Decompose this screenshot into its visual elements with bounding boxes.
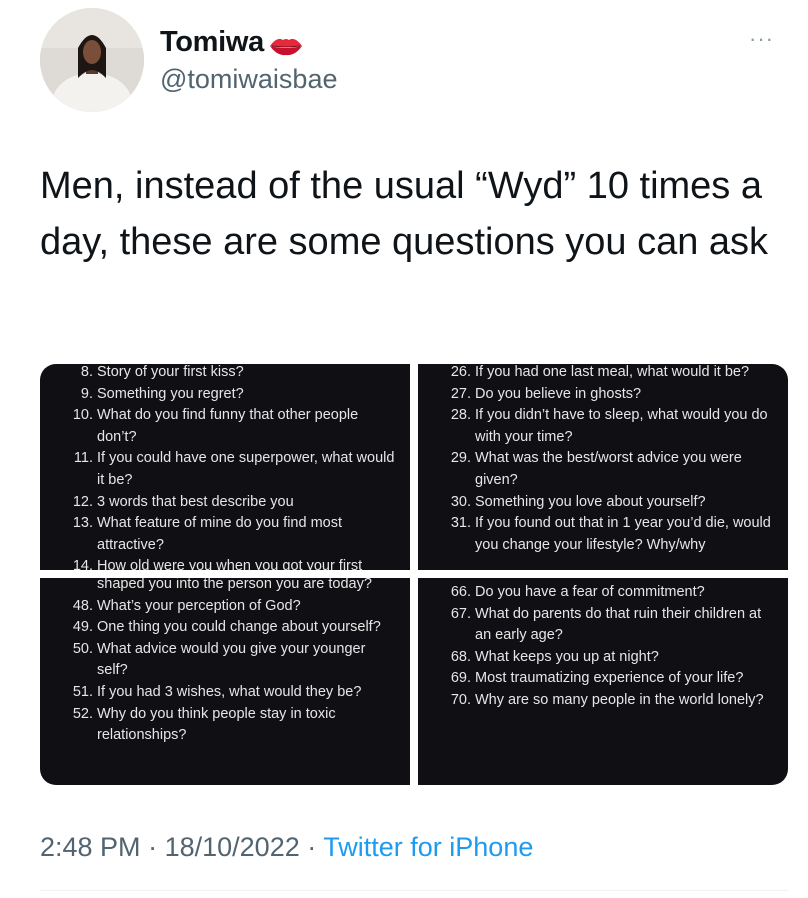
question-text: Something you love about yourself? — [475, 493, 706, 510]
question-text: If you didn’t have to sleep, what would … — [475, 407, 768, 445]
question-number: 27. — [450, 385, 471, 402]
media-image-4[interactable]: 66. Do you have a fear of commitment? 67. W… — [418, 578, 788, 785]
question-item: 51. If you had 3 wishes, what would they … — [40, 682, 410, 704]
question-number: 30. — [450, 493, 471, 510]
media-image-3[interactable]: shaped you into the person you are today… — [40, 578, 410, 785]
question-item: 52. Why do you think people stay in toxic… — [40, 704, 410, 747]
question-text: Why do you think people stay in toxic re… — [97, 705, 336, 744]
question-number: 31. — [450, 515, 471, 532]
media-image-1[interactable]: 8. Story of your first kiss? 9. Something y… — [40, 364, 410, 570]
question-text: What keeps you up at night? — [475, 648, 659, 665]
question-item: 26. If you had one last meal, what would … — [418, 364, 788, 384]
question-number: 70. — [450, 691, 471, 708]
question-number: 13. — [72, 515, 93, 532]
tweet-media-grid[interactable]: 8. Story of your first kiss? 9. Something y… — [40, 364, 788, 785]
question-number: 50. — [72, 640, 93, 657]
author-name-row[interactable]: Tomiwa — [160, 26, 304, 59]
question-text: 3 words that best describe you — [97, 493, 294, 510]
question-number: 10. — [72, 407, 93, 424]
question-number: 67. — [450, 605, 471, 622]
question-number: 69. — [450, 670, 471, 687]
question-list: shaped you into the person you are today… — [40, 578, 410, 747]
lips-emoji-icon — [268, 32, 304, 55]
tweet-date[interactable]: 18/10/2022 — [165, 832, 300, 862]
question-text: One thing you could change about yoursel… — [97, 619, 381, 636]
meta-separator: · — [307, 832, 317, 862]
question-text: Most traumatizing experience of your lif… — [475, 670, 744, 687]
question-number: 11. — [73, 450, 93, 467]
avatar[interactable] — [40, 8, 144, 112]
question-item: 28. If you didn’t have to sleep, what wou… — [418, 405, 788, 448]
question-text: If you found out that in 1 year you’d di… — [475, 515, 771, 553]
divider — [40, 890, 788, 891]
question-item: 29. What was the best/worst advice you we… — [418, 448, 788, 491]
question-number: 9. — [80, 385, 93, 402]
question-item: 13. What feature of mine do you find most… — [40, 513, 410, 556]
question-text: What do parents do that ruin their child… — [475, 605, 762, 644]
tweet-source-link[interactable]: Twitter for iPhone — [323, 832, 533, 862]
meta-separator: · — [148, 832, 158, 862]
question-text: What was the best/worst advice you were … — [475, 450, 742, 488]
question-number: 14. — [72, 558, 93, 570]
question-number: 28. — [450, 407, 471, 424]
question-number: 68. — [450, 648, 471, 665]
question-number: 26. — [450, 364, 471, 380]
tweet-text: Men, instead of the usual “Wyd” 10 times… — [40, 165, 769, 263]
question-item: 9. Something you regret? — [40, 384, 410, 406]
question-item: 49. One thing you could change about your… — [40, 617, 410, 639]
question-text: Do you believe in ghosts? — [475, 385, 642, 402]
question-item: 69. Most traumatizing experience of your … — [418, 668, 788, 690]
question-item: 31. If you found out that in 1 year you’d… — [418, 513, 788, 556]
question-item: 12. 3 words that best describe you — [40, 492, 410, 514]
question-item: 10. What do you find funny that other peo… — [40, 405, 410, 448]
question-number: 66. — [450, 584, 471, 600]
question-text: What advice would you give your younger … — [97, 640, 366, 679]
question-text: Why are so many people in the world lone… — [475, 691, 764, 708]
author-handle[interactable]: @tomiwaisbae — [160, 64, 337, 95]
question-text: How old were you when you got your first — [97, 558, 363, 570]
question-number: 12. — [72, 493, 93, 510]
tweet-metadata: 2:48 PM · 18/10/2022 · Twitter for iPhon… — [40, 832, 533, 863]
question-number: 51. — [72, 683, 93, 700]
question-text: shaped you into the person you are today… — [97, 578, 372, 592]
question-number: 8. — [80, 364, 93, 380]
question-list: 8. Story of your first kiss? 9. Something y… — [40, 364, 410, 570]
question-item: shaped you into the person you are today… — [40, 578, 410, 596]
question-item: 8. Story of your first kiss? — [40, 364, 410, 384]
avatar-photo — [40, 8, 144, 112]
question-item: 30. Something you love about yourself? — [418, 492, 788, 514]
more-options-icon[interactable]: ··· — [749, 26, 774, 52]
question-item: 50. What advice would you give your young… — [40, 639, 410, 682]
question-text: Something you regret? — [97, 385, 244, 402]
question-text: Story of your first kiss? — [97, 364, 244, 380]
question-number: 52. — [72, 705, 93, 722]
question-number: 48. — [72, 597, 93, 614]
question-list: 26. If you had one last meal, what would … — [418, 364, 788, 556]
question-item: 70. Why are so many people in the world l… — [418, 690, 788, 712]
question-item: 48. What’s your perception of God? — [40, 596, 410, 618]
question-number: 49. — [72, 619, 93, 636]
question-item: 27. Do you believe in ghosts? — [418, 384, 788, 406]
author-display-name[interactable]: Tomiwa — [160, 26, 264, 59]
question-text: What feature of mine do you find most at… — [97, 515, 343, 553]
question-number: 29. — [450, 450, 471, 467]
question-item: 66. Do you have a fear of commitment? — [418, 582, 788, 604]
media-image-2[interactable]: 26. If you had one last meal, what would … — [418, 364, 788, 570]
question-text: Do you have a fear of commitment? — [475, 584, 705, 600]
tweet-time[interactable]: 2:48 PM — [40, 832, 141, 862]
question-item: 68. What keeps you up at night? — [418, 647, 788, 669]
question-item: 14. How old were you when you got your fi… — [40, 556, 410, 570]
question-text: If you had one last meal, what would it … — [475, 364, 750, 380]
question-text: What do you find funny that other people… — [97, 407, 359, 445]
question-item: 11. If you could have one superpower, wha… — [40, 448, 410, 491]
question-item: 67. What do parents do that ruin their ch… — [418, 604, 788, 647]
question-list: 66. Do you have a fear of commitment? 67. W… — [418, 582, 788, 712]
question-text: If you had 3 wishes, what would they be? — [97, 683, 362, 700]
question-text: If you could have one superpower, what w… — [97, 450, 395, 488]
question-text: What’s your perception of God? — [97, 597, 301, 614]
